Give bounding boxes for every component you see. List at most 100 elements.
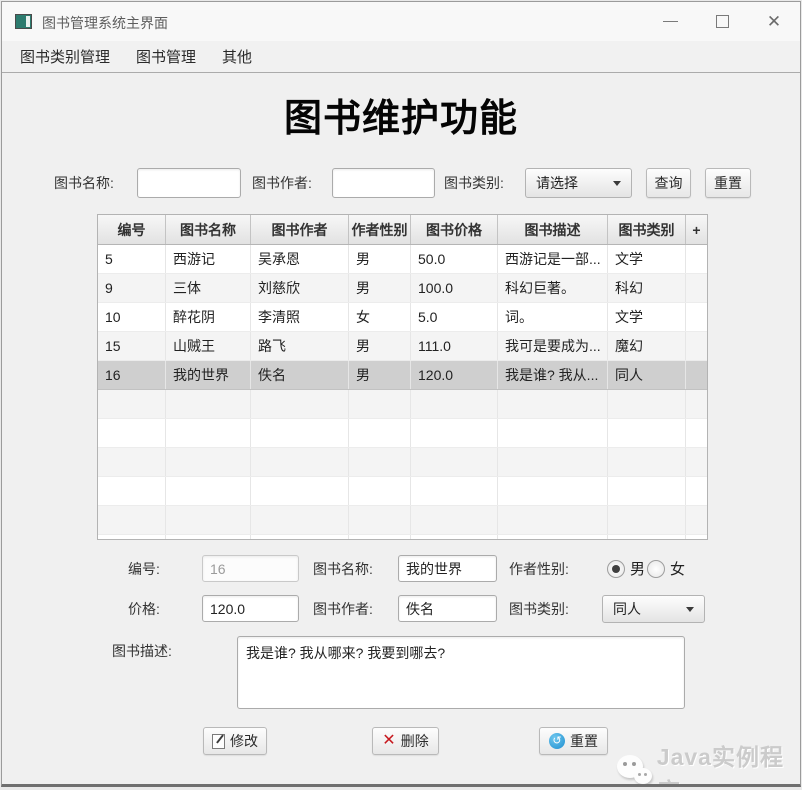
cell-sex: 男 — [349, 245, 411, 273]
search-name-input[interactable] — [137, 168, 241, 198]
author-sex-label: 作者性别: — [509, 561, 569, 577]
price-field[interactable] — [202, 595, 299, 622]
cell-price: 100.0 — [411, 274, 498, 302]
cell-empty — [251, 477, 349, 505]
add-column-button[interactable]: + — [686, 215, 707, 244]
cell-price: 120.0 — [411, 361, 498, 389]
cell-sex: 男 — [349, 332, 411, 360]
wechat-icon — [617, 753, 657, 784]
maximize-button[interactable] — [696, 2, 748, 41]
cell-name: 三体 — [166, 274, 251, 302]
search-bar: 图书名称: 图书作者: 图书类别: 请选择 查询 重置 — [2, 168, 800, 198]
delete-x-icon: ✕ — [382, 732, 396, 749]
menu-item-category-management[interactable]: 图书类别管理 — [20, 46, 110, 67]
cell-id: 5 — [98, 245, 166, 273]
cell-empty — [686, 535, 707, 539]
cell-empty — [166, 390, 251, 418]
cell-empty — [411, 506, 498, 534]
table-row[interactable]: 5 西游记 吴承恩 男 50.0 西游记是一部... 文学 — [98, 245, 707, 274]
col-header-desc[interactable]: 图书描述 — [498, 215, 608, 244]
cell-empty — [498, 535, 608, 539]
table-row[interactable]: 15 山贼王 路飞 男 111.0 我可是要成为... 魔幻 — [98, 332, 707, 361]
chevron-down-icon — [613, 181, 621, 186]
cell-empty — [608, 419, 686, 447]
cell-empty — [686, 419, 707, 447]
cell-empty — [686, 477, 707, 505]
cell-empty — [251, 535, 349, 539]
description-textarea[interactable] — [237, 636, 685, 709]
edit-icon — [212, 733, 225, 749]
delete-button[interactable]: ✕ 删除 — [372, 727, 439, 755]
cell-author: 刘慈欣 — [251, 274, 349, 302]
query-button[interactable]: 查询 — [646, 168, 691, 198]
radio-female[interactable] — [647, 559, 666, 578]
book-category-select[interactable]: 同人 — [602, 595, 705, 623]
col-header-author[interactable]: 图书作者 — [251, 215, 349, 244]
cell-category: 同人 — [608, 361, 686, 389]
search-category-value: 请选择 — [536, 175, 578, 191]
close-button[interactable]: ✕ — [748, 2, 800, 41]
minimize-icon — [662, 21, 678, 22]
search-author-label: 图书作者: — [252, 175, 312, 191]
cell-empty — [166, 535, 251, 539]
cell-sex: 男 — [349, 274, 411, 302]
cell-sex: 男 — [349, 361, 411, 389]
delete-button-label: 删除 — [400, 733, 429, 749]
cell-empty — [251, 419, 349, 447]
col-header-name[interactable]: 图书名称 — [166, 215, 251, 244]
cell-price: 50.0 — [411, 245, 498, 273]
table-row-selected[interactable]: 16 我的世界 佚名 男 120.0 我是谁? 我从... 同人 — [98, 361, 707, 390]
cell-desc: 科幻巨著。 — [498, 274, 608, 302]
book-author-field[interactable] — [398, 595, 497, 622]
app-icon — [15, 14, 32, 29]
book-category-label: 图书类别: — [509, 601, 569, 617]
reset-button[interactable]: ↺ 重置 — [539, 727, 608, 755]
cell-category: 文学 — [608, 245, 686, 273]
modify-button[interactable]: 修改 — [203, 727, 267, 755]
cell-empty — [498, 477, 608, 505]
table-row[interactable]: 10 醉花阴 李清照 女 5.0 词。 文学 — [98, 303, 707, 332]
book-name-label: 图书名称: — [313, 561, 373, 577]
cell-empty — [608, 506, 686, 534]
menu-item-book-management[interactable]: 图书管理 — [136, 46, 196, 67]
search-category-select[interactable]: 请选择 — [525, 168, 632, 198]
cell-empty — [166, 506, 251, 534]
maximize-icon — [715, 15, 729, 28]
search-name-label: 图书名称: — [54, 175, 114, 191]
cell-name: 山贼王 — [166, 332, 251, 360]
col-header-category[interactable]: 图书类别 — [608, 215, 686, 244]
cell-empty — [98, 419, 166, 447]
modify-button-label: 修改 — [230, 733, 258, 749]
book-category-value: 同人 — [613, 601, 641, 617]
cell-desc: 西游记是一部... — [498, 245, 608, 273]
cell-empty — [98, 535, 166, 539]
cell-sex: 女 — [349, 303, 411, 331]
minimize-button[interactable] — [644, 2, 696, 41]
table-row[interactable]: 9 三体 刘慈欣 男 100.0 科幻巨著。 科幻 — [98, 274, 707, 303]
cell-empty — [98, 506, 166, 534]
col-header-price[interactable]: 图书价格 — [411, 215, 498, 244]
cell-empty — [349, 448, 411, 476]
cell-author: 李清照 — [251, 303, 349, 331]
cell-empty — [608, 477, 686, 505]
book-name-field[interactable] — [398, 555, 497, 582]
cell-empty — [166, 477, 251, 505]
cell-category: 科幻 — [608, 274, 686, 302]
search-reset-button[interactable]: 重置 — [705, 168, 751, 198]
cell-empty — [686, 506, 707, 534]
page-title: 图书维护功能 — [283, 98, 518, 140]
search-category-label: 图书类别: — [444, 175, 504, 191]
radio-male[interactable] — [607, 559, 625, 578]
cell-id: 16 — [98, 361, 166, 389]
menu-item-other[interactable]: 其他 — [222, 46, 252, 67]
cell-empty — [251, 390, 349, 418]
col-header-id[interactable]: 编号 — [98, 215, 166, 244]
cell-empty — [251, 448, 349, 476]
refresh-icon: ↺ — [549, 733, 565, 749]
cell-price: 5.0 — [411, 303, 498, 331]
col-header-sex[interactable]: 作者性别 — [349, 215, 411, 244]
table-row-empty — [98, 506, 707, 535]
search-author-input[interactable] — [332, 168, 435, 198]
radio-male-label: 男 — [630, 561, 646, 578]
cell-empty — [608, 448, 686, 476]
